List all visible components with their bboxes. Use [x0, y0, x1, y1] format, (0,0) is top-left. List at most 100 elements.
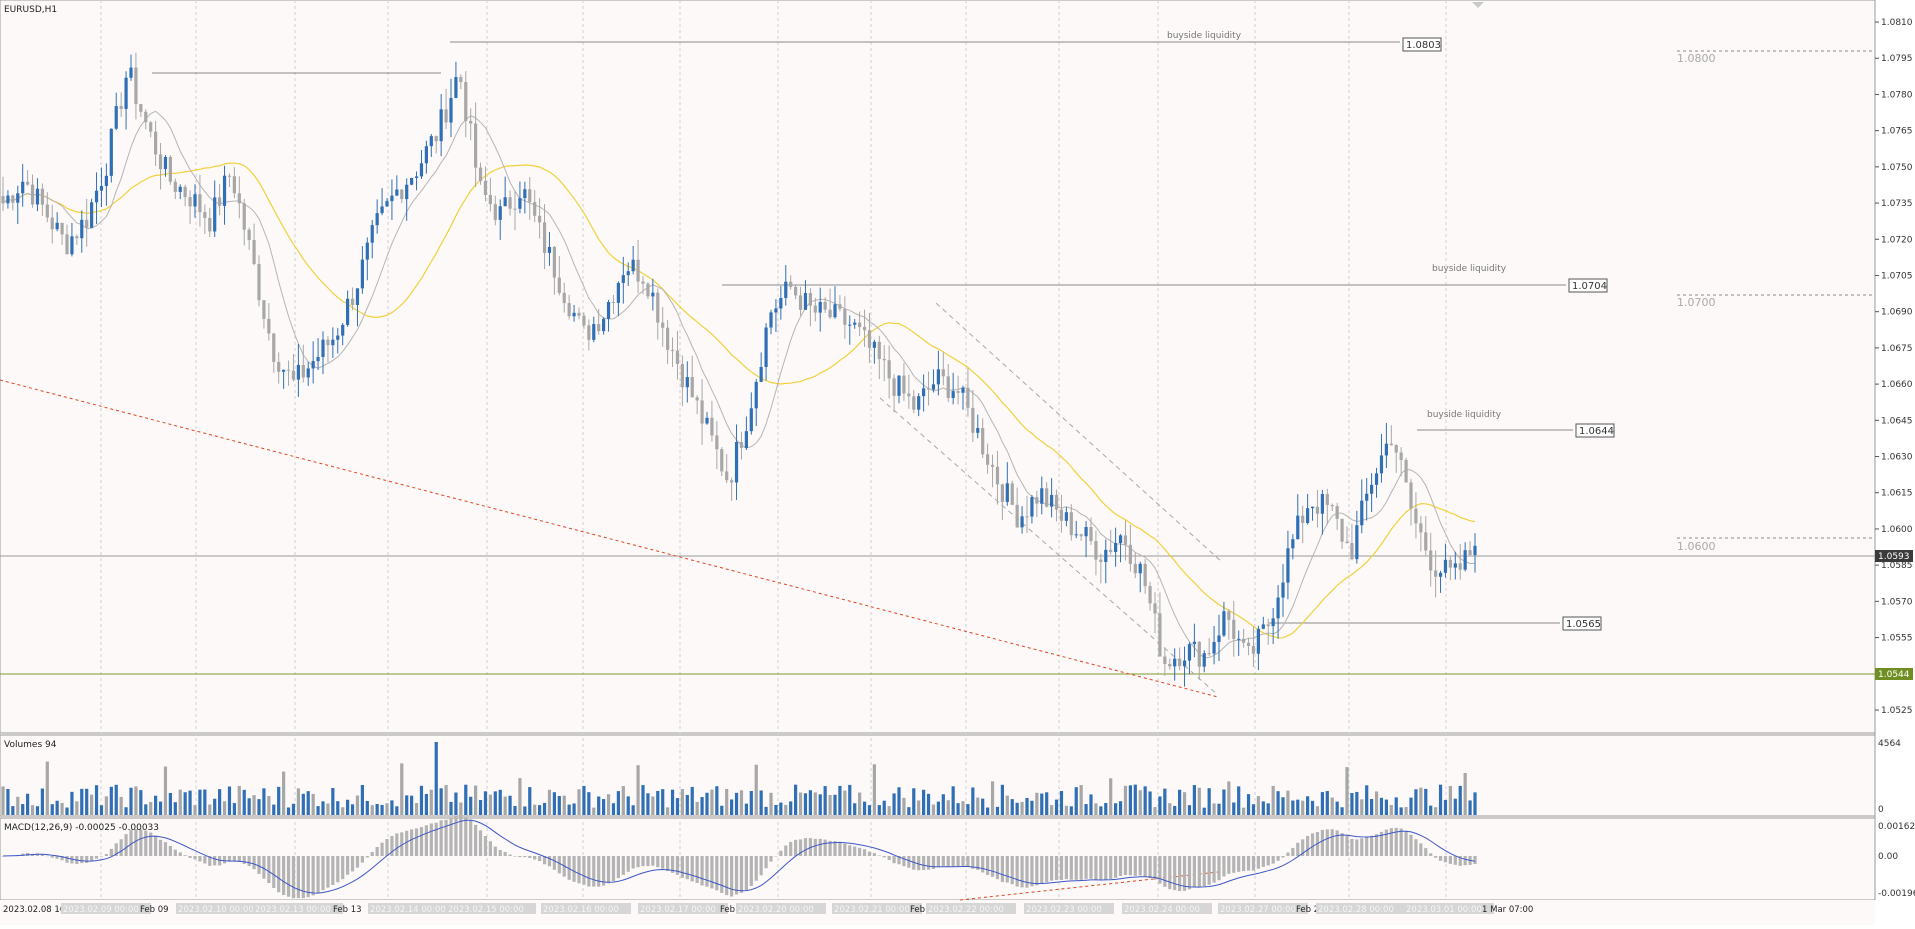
macd-histogram-bar — [1064, 856, 1068, 880]
macd-histogram-bar — [1040, 856, 1044, 884]
macd-histogram-bar — [1015, 856, 1019, 887]
bull-candle — [1296, 515, 1300, 540]
volume-bar — [1178, 789, 1182, 815]
bear-candle — [986, 454, 990, 465]
macd-histogram-bar — [104, 854, 108, 856]
macd-histogram-bar — [168, 845, 172, 856]
bull-candle — [744, 431, 748, 448]
volume-bar — [1242, 807, 1246, 815]
macd-histogram-bar — [1138, 856, 1142, 876]
bull-candle — [769, 312, 773, 328]
macd-histogram-bar — [961, 856, 965, 866]
bear-candle — [1246, 642, 1251, 646]
volume-bar — [685, 794, 689, 815]
time-label: 2023.02.24 00:00 — [1124, 905, 1200, 915]
bear-candle — [661, 322, 665, 328]
macd-histogram-bar — [188, 856, 192, 858]
bear-candle — [267, 318, 271, 334]
bear-candle — [1109, 549, 1113, 553]
macd-histogram-bar — [1197, 856, 1201, 888]
volume-bar — [21, 804, 25, 815]
macd-histogram-bar — [277, 856, 281, 893]
macd-histogram-bar — [365, 856, 369, 858]
bear-candle — [350, 298, 355, 305]
volume-bar — [754, 764, 758, 815]
volume-bar — [267, 796, 271, 815]
macd-histogram-bar — [523, 856, 527, 858]
macd-histogram-bar — [538, 856, 542, 862]
volume-bar — [449, 801, 453, 815]
volume-bar — [1394, 797, 1398, 815]
svg-text:1.0803: 1.0803 — [1406, 40, 1441, 51]
bear-candle — [60, 222, 64, 235]
bull-candle — [1222, 611, 1226, 636]
volume-bar — [1448, 785, 1452, 815]
volume-bar — [306, 791, 310, 815]
bull-candle — [1473, 545, 1477, 556]
chart-canvas[interactable]: 1.0810 1.0795 1.0780 1.0765 1.0750 1.0735 1.07… — [0, 0, 1915, 925]
bull-candle — [523, 189, 527, 199]
volume-bar — [419, 785, 424, 815]
volume-bar — [1143, 786, 1147, 815]
volume-bar — [538, 805, 542, 815]
macd-histogram-bar — [1355, 839, 1359, 856]
price-tick-label: 1.0585 — [1881, 561, 1913, 571]
macd-histogram-bar — [1187, 856, 1192, 890]
volume-bar — [1276, 791, 1280, 815]
bear-candle — [670, 349, 675, 351]
symbol-title: EURUSD,H1 — [4, 5, 57, 15]
level-box-1056[interactable]: 1.0565 — [1562, 616, 1602, 631]
macd-histogram-bar — [414, 828, 419, 856]
volume-bar — [439, 788, 443, 815]
macd-histogram-bar — [744, 856, 748, 891]
macd-histogram-bar — [877, 855, 881, 856]
volume-bar — [405, 795, 409, 815]
bull-candle — [1291, 539, 1295, 549]
bull-candle — [1355, 525, 1359, 560]
bear-candle — [1000, 484, 1004, 502]
bear-candle — [301, 364, 305, 378]
bear-candle — [198, 194, 202, 213]
volume-bar — [902, 797, 906, 815]
macd-histogram-bar — [316, 856, 320, 894]
chart-window[interactable]: 1.0810 1.0795 1.0780 1.0765 1.0750 1.0735 1.07… — [0, 0, 1915, 925]
level-box-1064[interactable]: 1.0644 — [1575, 423, 1615, 438]
macd-histogram-bar — [616, 856, 620, 879]
level-box-1070[interactable]: 1.0704 — [1568, 278, 1608, 293]
macd-histogram-bar — [611, 856, 616, 882]
time-label: 2023.02.22 00:00 — [928, 905, 1004, 915]
bear-candle — [907, 393, 911, 397]
macd-histogram-bar — [306, 856, 310, 898]
macd-histogram-bar — [360, 856, 364, 863]
volume-bar — [1463, 772, 1467, 815]
time-label: 2023.02.14 00:00 — [370, 905, 446, 915]
macd-histogram-bar — [375, 846, 379, 856]
volume-bar — [346, 799, 350, 815]
macd-histogram-bar — [986, 856, 990, 875]
volume-bar — [1099, 806, 1103, 815]
bear-candle — [611, 302, 616, 304]
macd-histogram-bar — [1330, 829, 1334, 856]
volume-bar — [661, 789, 665, 815]
macd-histogram-bar — [272, 856, 276, 889]
macd-histogram-bar — [242, 856, 246, 864]
volume-bar — [1069, 806, 1073, 815]
bull-candle — [976, 428, 980, 433]
volume-bar — [518, 778, 522, 815]
bear-candle — [459, 77, 463, 83]
volume-bar — [828, 795, 832, 815]
volume-bar — [1104, 803, 1108, 815]
macd-histogram-bar — [1276, 856, 1280, 861]
bull-candle — [917, 396, 921, 410]
bear-candle — [1468, 550, 1472, 556]
volume-bar — [247, 798, 251, 815]
macd-histogram-bar — [621, 856, 625, 875]
level-box-1080[interactable]: 1.0803 — [1402, 37, 1442, 52]
bull-candle — [626, 271, 630, 276]
macd-histogram-bar — [1059, 856, 1064, 881]
volume-bar — [528, 787, 532, 815]
macd-histogram-bar — [444, 819, 448, 856]
macd-histogram-bar — [498, 849, 502, 856]
bear-candle — [1143, 563, 1147, 587]
macd-histogram-bar — [1163, 856, 1167, 887]
